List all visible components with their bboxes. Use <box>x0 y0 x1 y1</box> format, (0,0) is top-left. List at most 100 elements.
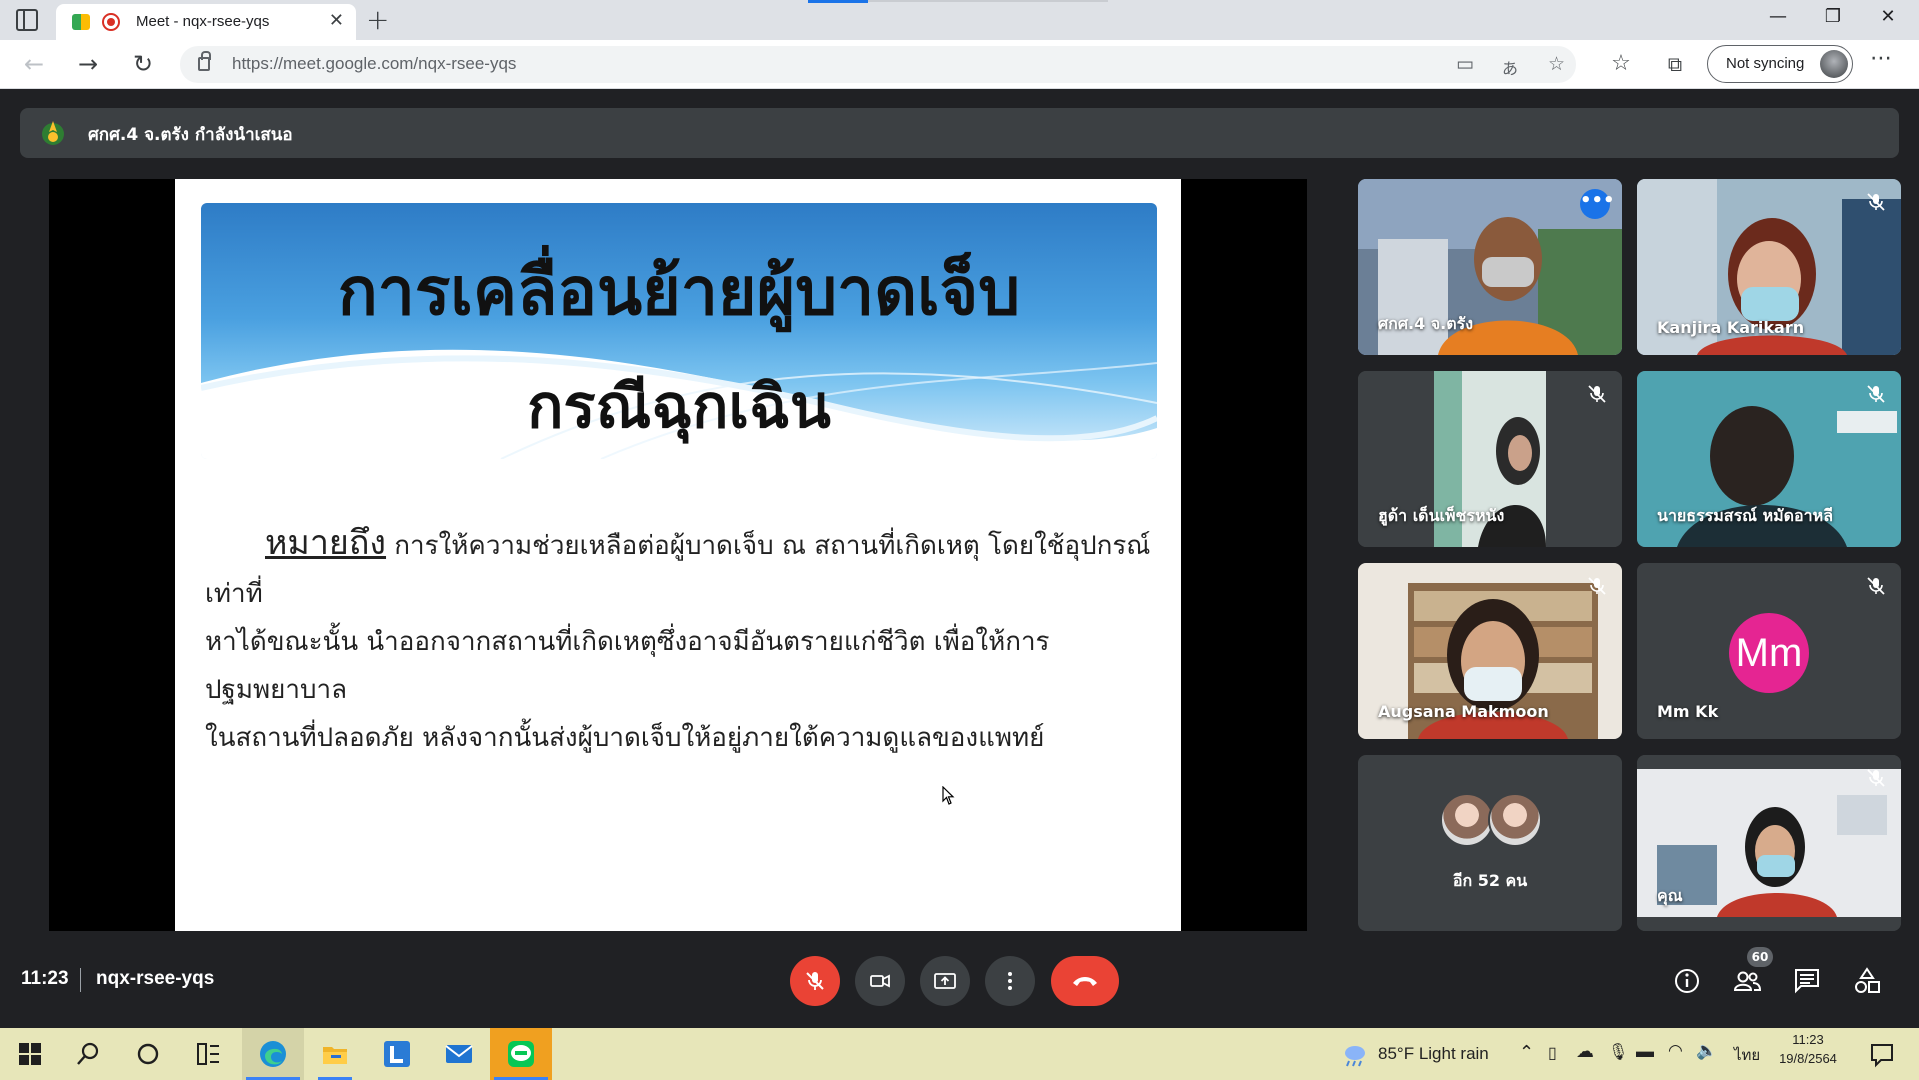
recording-indicator-icon <box>102 13 120 31</box>
wifi-icon[interactable]: ◠ <box>1668 1041 1683 1061</box>
tab-close-icon[interactable]: ✕ <box>329 10 344 31</box>
mic-off-icon <box>806 972 824 990</box>
slide-body-line2: หาได้ขณะนั้น นำออกจากสถานที่เกิดเหตุซึ่ง… <box>205 627 1050 705</box>
meeting-details-icon[interactable] <box>1672 966 1702 996</box>
participant-name: นายธรรมสรณ์ หมัดอาหลี <box>1657 506 1833 525</box>
collections-icon[interactable]: ⧉ <box>1658 48 1692 82</box>
self-tile[interactable]: คุณ <box>1637 755 1901 931</box>
participant-avatar <box>1488 793 1542 847</box>
mic-off-icon <box>1867 577 1885 595</box>
clock-date: 19/8/2564 <box>1779 1051 1837 1066</box>
presenter-logo-icon <box>42 121 64 145</box>
battery-icon[interactable]: ▬ <box>1636 1041 1654 1062</box>
participant-tile[interactable]: Augsana Makmoon <box>1358 563 1622 739</box>
weather-text[interactable]: 85°F Light rain <box>1378 1044 1489 1064</box>
present-screen-button[interactable] <box>920 956 970 1006</box>
tab-title: Meet - nqx-rsee-yqs <box>136 13 270 30</box>
volume-icon[interactable]: 🔈 <box>1696 1041 1717 1061</box>
taskbar-clock[interactable]: 11:23 19/8/2564 <box>1768 1032 1848 1066</box>
slide-title-line1: การเคลื่อนย้ายผู้บาดเจ็บ <box>337 252 1021 330</box>
url-text[interactable]: https://meet.google.com/nqx-rsee-yqs <box>232 54 516 74</box>
meeting-time: 11:23 <box>21 968 69 989</box>
forward-icon[interactable]: → <box>71 48 105 82</box>
restore-icon[interactable]: ❐ <box>1813 6 1853 27</box>
profile-sync-button[interactable]: Not syncing <box>1707 45 1853 83</box>
address-bar[interactable]: https://meet.google.com/nqx-rsee-yqs ▭ あ… <box>180 46 1576 83</box>
people-count-badge: 60 <box>1747 947 1773 967</box>
presentation-stage: การเคลื่อนย้ายผู้บาดเจ็บ กรณีฉุกเฉิน หมา… <box>49 179 1307 931</box>
mic-off-icon <box>1588 385 1606 403</box>
camera-icon <box>870 974 890 988</box>
participant-tile[interactable]: ฮูด้า เด็นเพ็ชรหนัง <box>1358 371 1622 547</box>
translate-icon[interactable]: あ <box>1502 55 1518 79</box>
notifications-icon[interactable] <box>1866 1038 1898 1070</box>
presenting-banner: ศกศ.4 จ.ตรัง กำลังนำเสนอ <box>20 108 1899 158</box>
chat-icon[interactable] <box>1792 966 1822 996</box>
input-language[interactable]: ไทย <box>1734 1043 1760 1067</box>
participant-name: Kanjira Karikarn <box>1657 318 1805 337</box>
taskbar-app-mail[interactable] <box>428 1028 490 1080</box>
windows-start-icon[interactable] <box>14 1038 46 1070</box>
participant-tile[interactable]: Kanjira Karikarn <box>1637 179 1901 355</box>
taskbar-app-explorer[interactable] <box>304 1028 366 1080</box>
people-icon[interactable] <box>1732 966 1762 996</box>
participant-name: Mm Kk <box>1657 702 1719 721</box>
present-screen-icon <box>934 973 956 989</box>
participant-tile[interactable]: นายธรรมสรณ์ หมัดอาหลี <box>1637 371 1901 547</box>
back-icon[interactable]: ← <box>17 48 51 82</box>
window-close-icon[interactable]: ✕ <box>1868 6 1908 27</box>
meeting-code: nqx-rsee-yqs <box>96 968 215 989</box>
reload-icon[interactable]: ↻ <box>126 48 160 82</box>
microphone-tray-icon[interactable]: 🎙 <box>1608 1042 1628 1062</box>
cortana-icon[interactable] <box>132 1038 164 1070</box>
profile-avatar <box>1820 50 1848 78</box>
participant-name: Augsana Makmoon <box>1378 702 1549 721</box>
browser-menu-icon[interactable]: ⋯ <box>1870 46 1892 71</box>
leave-call-button[interactable] <box>1051 956 1119 1006</box>
taskbar-app-edge[interactable] <box>242 1028 304 1080</box>
onedrive-cloud-icon[interactable]: ☁ <box>1576 1041 1594 1062</box>
browser-tab[interactable]: Meet - nqx-rsee-yqs ✕ <box>56 4 356 40</box>
tile-options-icon[interactable]: ••• <box>1580 189 1615 219</box>
participant-name: ศกศ.4 จ.ตรัง <box>1378 314 1474 333</box>
slide: การเคลื่อนย้ายผู้บาดเจ็บ กรณีฉุกเฉิน หมา… <box>175 179 1181 931</box>
more-participants-tile[interactable]: อีก 52 คน <box>1358 755 1622 931</box>
search-icon[interactable] <box>72 1038 104 1070</box>
participant-tile[interactable]: Mm Mm Kk <box>1637 563 1901 739</box>
participant-avatar: Mm <box>1729 613 1809 693</box>
sidebar-toggle-icon[interactable] <box>16 9 38 31</box>
activities-icon[interactable] <box>1852 966 1882 996</box>
camera-toggle-button[interactable] <box>855 956 905 1006</box>
new-tab-icon[interactable]: + <box>366 3 389 36</box>
mic-off-icon <box>1867 769 1885 787</box>
task-view-icon[interactable] <box>192 1038 224 1070</box>
mic-off-icon <box>1867 193 1885 211</box>
meet-favicon-icon <box>72 14 90 30</box>
taskbar-app-line[interactable] <box>490 1028 552 1080</box>
edge-browser-icon <box>260 1041 286 1067</box>
file-explorer-icon <box>323 1047 347 1064</box>
minimize-icon[interactable]: — <box>1758 6 1798 27</box>
tab-strip-accent <box>808 0 868 3</box>
participant-name: คุณ <box>1657 886 1683 905</box>
add-favorite-icon[interactable]: ☆ <box>1548 53 1565 75</box>
microphone-toggle-button[interactable] <box>790 956 840 1006</box>
participant-tile[interactable]: ••• ศกศ.4 จ.ตรัง <box>1358 179 1622 355</box>
address-toolbar: ← → ↻ https://meet.google.com/nqx-rsee-y… <box>0 40 1919 89</box>
lock-icon[interactable] <box>198 51 211 71</box>
device-icon[interactable]: ▯ <box>1548 1043 1557 1063</box>
presenting-text: ศกศ.4 จ.ตรัง กำลังนำเสนอ <box>88 125 293 145</box>
more-options-button[interactable] <box>985 956 1035 1006</box>
mic-off-icon <box>1588 577 1606 595</box>
favorites-icon[interactable]: ☆ <box>1604 48 1638 82</box>
more-participants-label: อีก 52 คน <box>1452 871 1528 890</box>
camera-in-use-icon[interactable]: ▭ <box>1456 53 1474 75</box>
show-hidden-icons-icon[interactable]: ⌃ <box>1519 1042 1534 1063</box>
participant-avatar <box>1440 793 1494 847</box>
windows-taskbar: 85°F Light rain ⌃ ▯ ☁ 🎙 ▬ ◠ 🔈 ไทย 11:23 … <box>0 1028 1919 1080</box>
hang-up-icon <box>1073 977 1097 986</box>
slide-title-line2: กรณีฉุกเฉิน <box>527 372 831 442</box>
taskbar-app-l[interactable] <box>366 1028 428 1080</box>
weather-rain-icon[interactable] <box>1338 1039 1370 1071</box>
more-vert-icon <box>1008 972 1012 990</box>
